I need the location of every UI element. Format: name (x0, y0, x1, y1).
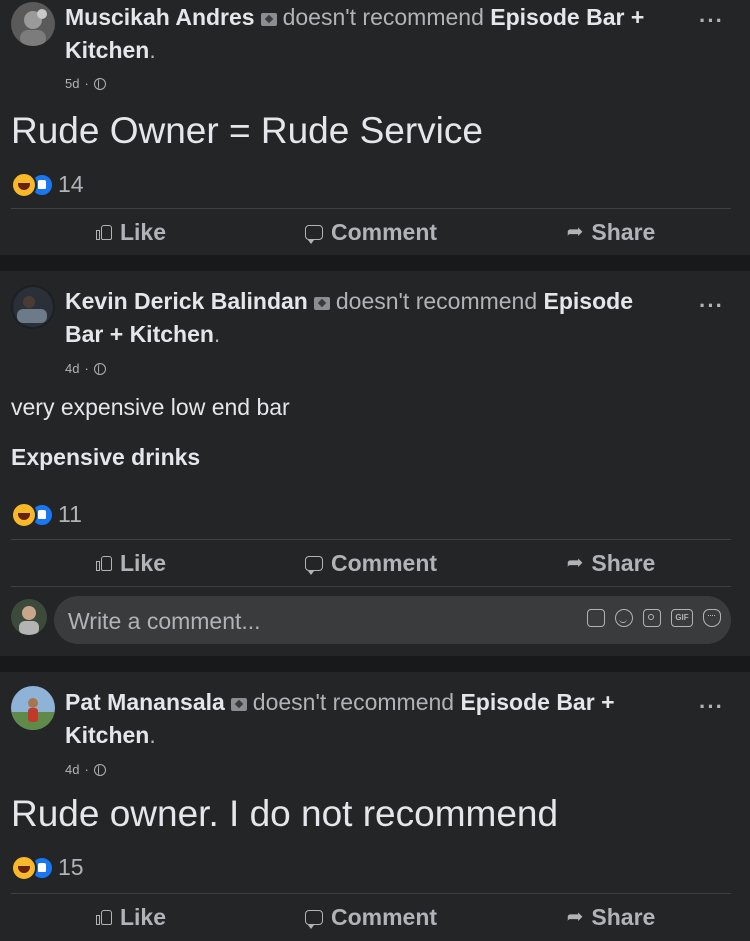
author-name[interactable]: Kevin Derick Balindan (65, 288, 308, 314)
post-actions: Like Comment ➦ Share (11, 894, 731, 940)
post-time[interactable]: 4d (65, 762, 79, 777)
post-card: Pat Manansala doesn't recommend Episode B… (0, 672, 750, 941)
comment-button[interactable]: Comment (251, 894, 491, 940)
post-header: Pat Manansala doesn't recommend Episode B… (65, 689, 615, 748)
share-icon: ➦ (566, 552, 584, 574)
current-user-avatar[interactable] (11, 599, 47, 635)
recommendation-verb: doesn't recommend (282, 4, 484, 30)
thumbs-up-icon (95, 555, 112, 571)
globe-icon (93, 77, 106, 90)
post-card: Kevin Derick Balindan doesn't recommend E… (0, 271, 750, 656)
haha-reaction-icon (11, 171, 37, 198)
reaction-count: 14 (58, 171, 84, 197)
reactions-summary[interactable]: 14 (11, 171, 84, 198)
share-button[interactable]: ➦ Share (491, 540, 731, 586)
comment-icon (304, 555, 323, 575)
reactions-summary[interactable]: 15 (11, 854, 84, 881)
post-time[interactable]: 5d (65, 76, 79, 91)
thumbs-up-icon (95, 224, 112, 240)
post-actions: Like Comment ➦ Share (11, 540, 731, 586)
globe-icon (93, 362, 106, 375)
share-icon: ➦ (566, 906, 584, 928)
avatar-sticker-icon[interactable] (703, 609, 721, 627)
share-label: Share (591, 549, 656, 576)
like-label: Like (119, 549, 167, 576)
avatar[interactable] (11, 285, 55, 329)
haha-reaction-icon (11, 854, 37, 881)
more-options-button[interactable]: ··· (699, 694, 724, 720)
post-text: Rude Owner = Rude Service (11, 110, 483, 151)
sticker-icon[interactable] (587, 609, 605, 627)
comment-button[interactable]: Comment (251, 209, 491, 255)
reaction-count: 11 (58, 501, 82, 527)
avatar[interactable] (11, 2, 55, 46)
recommendation-verb: doesn't recommend (252, 689, 455, 715)
comment-label: Comment (330, 218, 438, 245)
like-button[interactable]: Like (11, 209, 251, 255)
post-header: Kevin Derick Balindan doesn't recommend E… (65, 288, 633, 347)
like-label: Like (119, 903, 167, 930)
meta-separator: · (84, 76, 89, 91)
comment-label: Comment (330, 549, 438, 576)
post-text: very expensive low end bar (11, 394, 290, 420)
comment-label: Comment (330, 903, 438, 930)
share-button[interactable]: ➦ Share (491, 894, 731, 940)
like-button[interactable]: Like (11, 540, 251, 586)
post-actions: Like Comment ➦ Share (11, 209, 731, 255)
post-time[interactable]: 4d (65, 361, 79, 376)
recommendation-verb: doesn't recommend (335, 288, 538, 314)
haha-reaction-icon (11, 501, 37, 528)
comment-box: GIF (54, 596, 731, 646)
post-text: Rude owner. I do not recommend (11, 793, 559, 834)
divider (11, 586, 731, 587)
comment-button[interactable]: Comment (251, 540, 491, 586)
reaction-count: 15 (58, 854, 84, 880)
author-name[interactable]: Pat Manansala (65, 689, 225, 715)
share-button[interactable]: ➦ Share (491, 209, 731, 255)
share-icon: ➦ (566, 221, 584, 243)
meta-separator: · (84, 762, 89, 777)
recommend-icon (230, 698, 247, 711)
meta-separator: · (84, 361, 89, 376)
emoji-icon[interactable] (615, 609, 633, 627)
avatar[interactable] (11, 686, 55, 730)
comment-composer: GIF (11, 596, 731, 646)
reactions-summary[interactable]: 11 (11, 501, 82, 528)
share-label: Share (591, 903, 656, 930)
post-meta: 5d · (65, 76, 106, 91)
recommend-icon (260, 13, 277, 26)
comment-tools: GIF (587, 609, 721, 627)
comment-icon (304, 909, 323, 929)
recommend-icon (313, 297, 330, 310)
globe-icon (93, 763, 106, 776)
post-meta: 4d · (65, 762, 106, 777)
thumbs-up-icon (95, 909, 112, 925)
post-header: Muscikah Andres doesn't recommend Episode… (65, 4, 645, 63)
share-label: Share (591, 218, 656, 245)
more-options-button[interactable]: ··· (699, 293, 724, 319)
like-label: Like (119, 218, 167, 245)
comment-input[interactable] (66, 596, 550, 646)
post-text-bold: Expensive drinks (11, 444, 201, 470)
gif-icon[interactable]: GIF (671, 609, 693, 627)
camera-icon[interactable] (643, 609, 661, 627)
post-meta: 4d · (65, 361, 106, 376)
post-card: Muscikah Andres doesn't recommend Episode… (0, 0, 750, 255)
more-options-button[interactable]: ··· (699, 8, 724, 34)
comment-icon (304, 224, 323, 244)
author-name[interactable]: Muscikah Andres (65, 4, 255, 30)
like-button[interactable]: Like (11, 894, 251, 940)
